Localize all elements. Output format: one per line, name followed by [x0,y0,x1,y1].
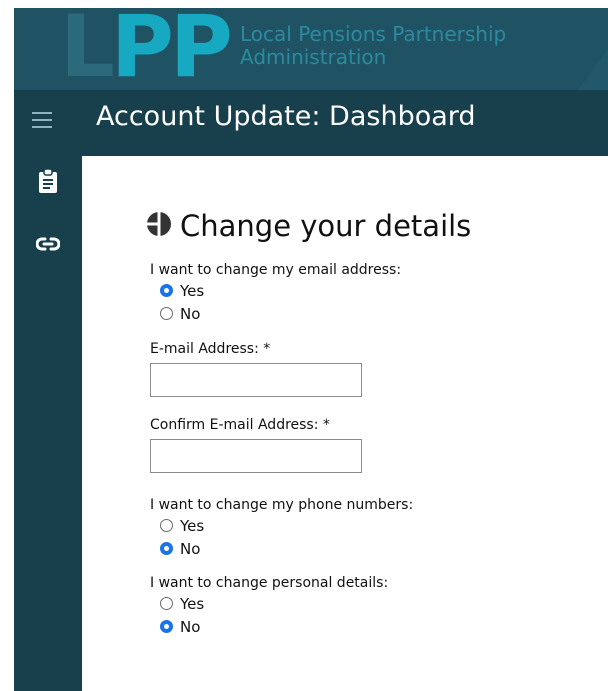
personal-change-no[interactable]: No [160,615,413,638]
radio-button[interactable] [160,542,173,555]
radio-button[interactable] [160,620,173,633]
details-form: I want to change my email address: Yes N… [150,262,413,638]
logo-letters-pp: PP [110,8,233,90]
menu-icon[interactable] [32,112,52,130]
section-icon [146,211,172,241]
sidebar [14,156,82,691]
link-icon[interactable] [35,234,61,258]
main-content: Change your details I want to change my … [82,156,608,691]
personal-change-yes[interactable]: Yes [160,592,413,615]
phone-change-question: I want to change my phone numbers: [150,497,414,513]
section-title: Change your details [180,209,472,243]
page-title: Account Update: Dashboard [96,101,476,132]
clipboard-icon[interactable] [36,168,60,193]
brand-name-line1: Local Pensions Partnership [240,22,507,46]
email-change-no[interactable]: No [160,302,413,325]
email-field[interactable] [150,363,362,397]
brand-name: Local Pensions Partnership Administratio… [240,23,506,69]
personal-change-question: I want to change personal details: [150,575,389,591]
radio-button[interactable] [160,519,173,532]
radio-button[interactable] [160,307,173,320]
confirm-email-label: Confirm E-mail Address: * [150,417,330,433]
email-label: E-mail Address: * [150,341,271,357]
lpp-logo: LPP [60,8,233,90]
confirm-email-field[interactable] [150,439,362,473]
radio-label: Yes [180,594,205,613]
radio-label: Yes [180,281,205,300]
phone-change-yes[interactable]: Yes [160,514,413,537]
radio-label: No [180,304,201,323]
phone-change-no[interactable]: No [160,537,413,560]
radio-button[interactable] [160,284,173,297]
brand-name-line2: Administration [240,45,387,69]
section-heading: Change your details [146,208,471,244]
title-bar: Account Update: Dashboard [14,90,608,156]
header-decoration [578,8,608,90]
left-margin [0,0,14,691]
email-change-yes[interactable]: Yes [160,279,413,302]
logo-letter-l: L [60,8,115,90]
radio-button[interactable] [160,597,173,610]
radio-label: No [180,617,201,636]
radio-label: Yes [180,516,205,535]
email-change-question: I want to change my email address: [150,262,402,278]
brand-header: LPP Local Pensions Partnership Administr… [14,8,608,90]
radio-label: No [180,539,201,558]
